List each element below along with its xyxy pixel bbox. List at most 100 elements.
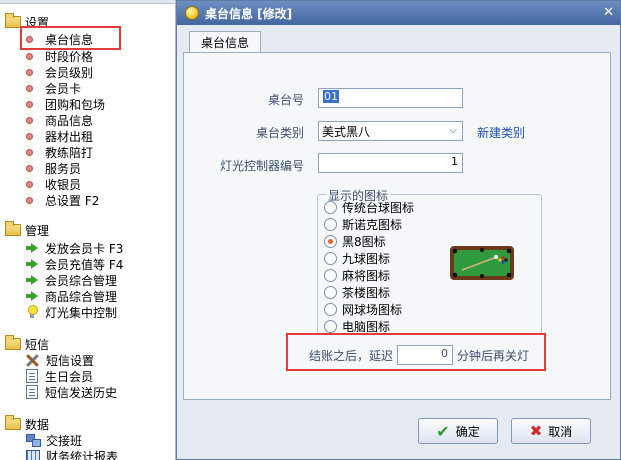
tree-item-label: 会员级别 bbox=[45, 65, 94, 80]
radio-circle bbox=[324, 234, 337, 248]
tree-item-general-settings[interactable]: 总设置 F2 bbox=[26, 192, 99, 208]
radio-classic-billiards[interactable]: 传统台球图标 bbox=[324, 199, 414, 215]
tree-item-member-management[interactable]: 会员综合管理 bbox=[26, 272, 117, 288]
tree-item-sms-history[interactable]: 短信发送历史 bbox=[26, 384, 117, 400]
tree-item-label: 财务统计报表 bbox=[46, 449, 119, 460]
table-no-input[interactable]: 01 bbox=[318, 88, 463, 108]
tree-item-light-control[interactable]: 灯光集中控制 bbox=[26, 304, 117, 320]
bullet-icon bbox=[26, 116, 33, 124]
tree-item-label: 短信设置 bbox=[46, 353, 95, 368]
light-bulb-icon bbox=[26, 305, 38, 319]
radio-black-eight[interactable]: 黑8图标 bbox=[324, 233, 386, 249]
ok-label: 确定 bbox=[455, 424, 480, 439]
tree-item-goods-management[interactable]: 商品综合管理 bbox=[26, 288, 117, 304]
tree-item-cashier[interactable]: 收银员 bbox=[26, 176, 81, 192]
tree-item-label: 会员综合管理 bbox=[45, 273, 118, 288]
radio-nine-ball[interactable]: 九球图标 bbox=[324, 250, 390, 266]
tree-item-label: 会员卡 bbox=[45, 81, 82, 96]
green-arrow-icon bbox=[26, 259, 38, 269]
radio-label: 九球图标 bbox=[342, 251, 391, 266]
tree-group-manage[interactable]: 管理 bbox=[0, 221, 50, 238]
table-type-label: 桌台类别 bbox=[255, 126, 304, 140]
cancel-button[interactable]: ✖ 取消 bbox=[511, 418, 591, 444]
tree-group-label: 管理 bbox=[25, 223, 50, 238]
close-icon[interactable]: ✕ bbox=[603, 5, 614, 20]
tree-item-label: 会员充值等 F4 bbox=[45, 257, 124, 272]
tree-item-equipment-rental[interactable]: 器材出租 bbox=[26, 128, 93, 144]
radio-label: 传统台球图标 bbox=[342, 200, 415, 215]
table-type-select[interactable]: 美式黑八 ⌵ bbox=[318, 121, 463, 141]
cross-icon: ✖ bbox=[529, 422, 543, 440]
bullet-icon bbox=[26, 52, 33, 60]
tree-item-label: 生日会员 bbox=[45, 369, 94, 384]
radio-label: 斯诺克图标 bbox=[342, 217, 403, 232]
tree-item-waiter[interactable]: 服务员 bbox=[26, 160, 81, 176]
tree-item-label: 团购和包场 bbox=[45, 97, 106, 112]
tree-item-label: 器材出租 bbox=[45, 129, 94, 144]
tree-item-label: 服务员 bbox=[45, 161, 82, 176]
tree-group-data[interactable]: 数据 bbox=[0, 415, 49, 432]
tree-item-label: 商品信息 bbox=[45, 113, 94, 128]
handover-icon bbox=[26, 434, 41, 447]
light-controller-input[interactable]: 1 bbox=[318, 153, 463, 173]
tree-item-label: 短信发送历史 bbox=[45, 385, 118, 400]
chevron-down-icon: ⌵ bbox=[449, 125, 457, 136]
radio-tea-house[interactable]: 茶楼图标 bbox=[324, 284, 390, 300]
document-icon bbox=[26, 385, 38, 399]
table-info-dialog: 桌台信息 [修改] ✕ 桌台信息 桌台号 01 桌台类别 美式黑八 ⌵ 新建类别… bbox=[176, 0, 621, 460]
dialog-titlebar[interactable]: 桌台信息 [修改] ✕ bbox=[177, 1, 620, 25]
bullet-icon bbox=[26, 68, 33, 76]
radio-circle bbox=[324, 319, 337, 333]
highlight-frame bbox=[20, 26, 121, 50]
radio-tennis-court[interactable]: 网球场图标 bbox=[324, 301, 402, 317]
highlight-frame bbox=[286, 333, 546, 371]
tree-item-recharge[interactable]: 会员充值等 F4 bbox=[26, 256, 123, 272]
light-controller-label: 灯光控制器编号 bbox=[219, 159, 304, 173]
tree-item-group-buy[interactable]: 团购和包场 bbox=[26, 96, 105, 112]
tree-item-goods-info[interactable]: 商品信息 bbox=[26, 112, 93, 128]
tab-table-info[interactable]: 桌台信息 bbox=[189, 31, 262, 53]
tree-item-finance-report[interactable]: 财务统计报表 bbox=[26, 448, 118, 460]
bullet-icon bbox=[26, 148, 33, 156]
light-controller-value: 1 bbox=[451, 155, 458, 168]
tree-item-coach[interactable]: 教练陪打 bbox=[26, 144, 93, 160]
ok-button[interactable]: ✔ 确定 bbox=[418, 418, 498, 444]
green-arrow-icon bbox=[26, 291, 38, 301]
tree-item-shift-handover[interactable]: 交接班 bbox=[26, 432, 82, 448]
tree-item-member-card[interactable]: 会员卡 bbox=[26, 80, 81, 96]
new-type-link[interactable]: 新建类别 bbox=[477, 124, 525, 141]
tree-item-member-level[interactable]: 会员级别 bbox=[26, 64, 93, 80]
radio-circle bbox=[324, 217, 337, 231]
tree-item-issue-card[interactable]: 发放会员卡 F3 bbox=[26, 240, 123, 256]
radio-circle bbox=[324, 200, 337, 214]
radio-label: 黑8图标 bbox=[342, 234, 386, 249]
table-type-value: 美式黑八 bbox=[322, 124, 371, 139]
document-icon bbox=[26, 369, 38, 383]
tree-group-sms[interactable]: 短信 bbox=[0, 335, 49, 352]
radio-circle bbox=[324, 302, 337, 316]
bullet-icon bbox=[26, 100, 33, 108]
tree-item-label: 交接班 bbox=[46, 433, 83, 448]
radio-circle bbox=[324, 285, 337, 299]
green-arrow-icon bbox=[26, 243, 38, 253]
radio-snooker[interactable]: 斯诺克图标 bbox=[324, 216, 402, 232]
navigation-tree: 设置 桌台信息 时段价格 会员级别 会员卡 团购和包场 商品信息 器材出租 教练… bbox=[0, 0, 176, 460]
tree-item-time-price[interactable]: 时段价格 bbox=[26, 48, 93, 64]
tree-item-label: 收银员 bbox=[45, 177, 82, 192]
radio-circle bbox=[324, 251, 337, 265]
radio-circle bbox=[324, 268, 337, 282]
tree-item-birthday-members[interactable]: 生日会员 bbox=[26, 368, 93, 384]
tree-item-label: 灯光集中控制 bbox=[45, 305, 118, 320]
radio-computer[interactable]: 电脑图标 bbox=[324, 318, 390, 334]
tree-item-sms-settings[interactable]: 短信设置 bbox=[26, 352, 94, 368]
folder-icon bbox=[5, 335, 21, 350]
folder-icon bbox=[5, 13, 21, 28]
report-icon bbox=[26, 450, 40, 460]
radio-label: 网球场图标 bbox=[342, 302, 403, 317]
bullet-icon bbox=[26, 132, 33, 140]
checkmark-icon: ✔ bbox=[436, 421, 450, 441]
folder-icon bbox=[5, 221, 21, 236]
bullet-icon bbox=[26, 196, 33, 204]
bullet-icon bbox=[26, 180, 33, 188]
radio-mahjong[interactable]: 麻将图标 bbox=[324, 267, 390, 283]
